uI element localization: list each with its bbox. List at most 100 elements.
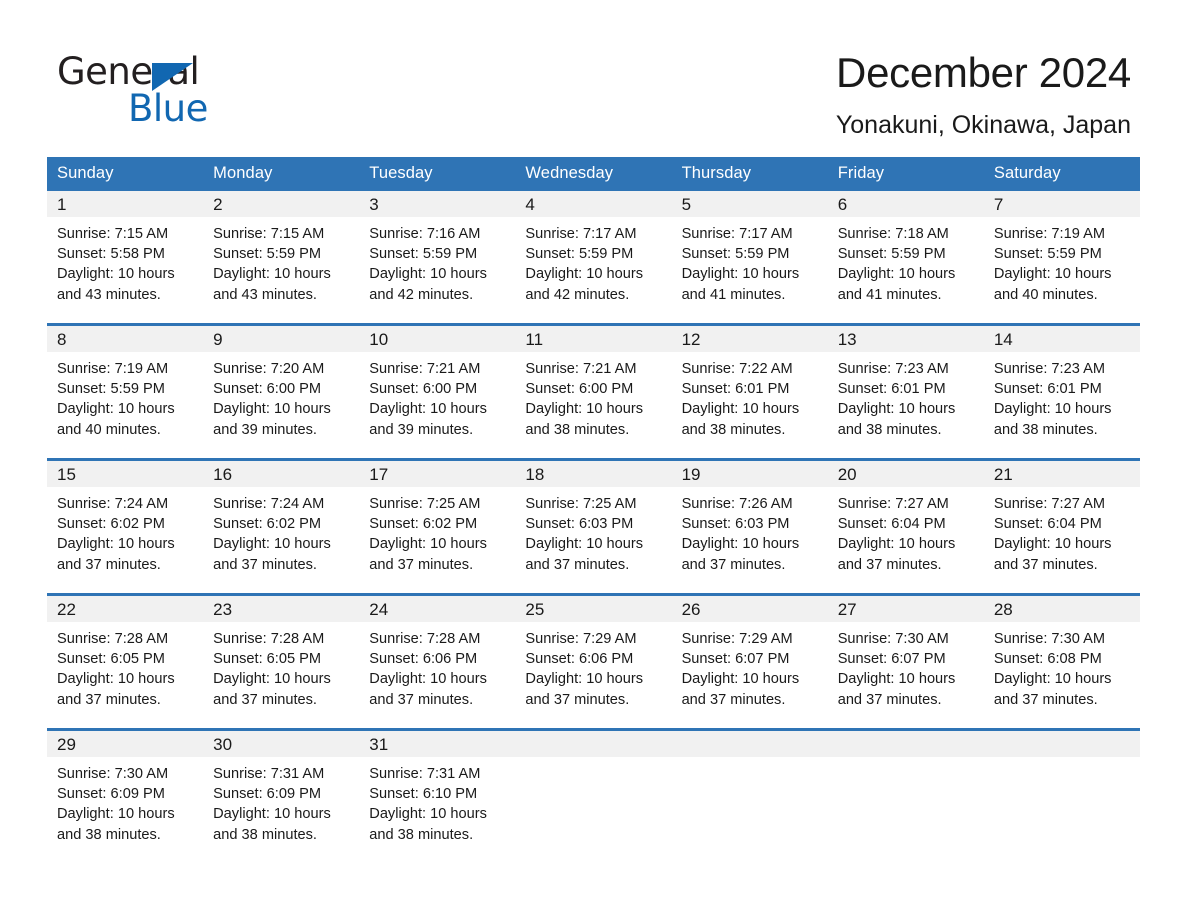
calendar-day-cell[interactable]: 21 Sunrise: 7:27 AM Sunset: 6:04 PM Dayligh…: [983, 458, 1140, 595]
calendar-day-cell[interactable]: 17 Sunrise: 7:25 AM Sunset: 6:02 PM Dayligh…: [359, 458, 516, 595]
calendar-day-cell[interactable]: 1 Sunrise: 7:15 AM Sunset: 5:58 PM Daylight…: [47, 191, 204, 325]
day-number-band: 28: [983, 596, 1140, 622]
sunrise-text: Sunrise: 7:22 AM: [681, 361, 793, 377]
sunrise-text: Sunrise: 7:19 AM: [993, 226, 1105, 242]
calendar-day-cell[interactable]: 3 Sunrise: 7:16 AM Sunset: 5:59 PM Daylight…: [359, 191, 516, 325]
daylight-text-line1: Daylight: 10 hours: [213, 671, 331, 688]
day-cell-details: Sunrise: 7:15 AM Sunset: 5:59 PM Daylight:…: [203, 217, 359, 305]
day-number: 1: [57, 195, 67, 214]
calendar-day-cell[interactable]: 18 Sunrise: 7:25 AM Sunset: 6:03 PM Dayligh…: [515, 458, 672, 595]
calendar-day-cell[interactable]: 28 Sunrise: 7:30 AM Sunset: 6:08 PM Dayligh…: [983, 593, 1140, 730]
calendar-day-cell[interactable]: 15 Sunrise: 7:24 AM Sunset: 6:02 PM Dayligh…: [47, 458, 204, 595]
daylight-text-line2: and 38 minutes.: [369, 826, 474, 843]
daylight-text-line1: Daylight: 10 hours: [681, 401, 800, 418]
sunset-text: Sunset: 6:06 PM: [369, 651, 478, 668]
day-cell-inner: [515, 731, 672, 863]
day-number-band: 2: [203, 191, 360, 217]
daylight-text-line1: Daylight: 10 hours: [525, 401, 644, 418]
daylight-text-line1: Daylight: 10 hours: [369, 536, 487, 553]
calendar-day-cell[interactable]: 10 Sunrise: 7:21 AM Sunset: 6:00 PM Dayligh…: [359, 323, 516, 460]
day-cell-inner: 13 Sunrise: 7:23 AM Sunset: 6:01 PM Dayligh…: [827, 326, 984, 458]
daylight-text-line1: Daylight: 10 hours: [213, 536, 331, 553]
day-cell-details: Sunrise: 7:29 AM Sunset: 6:06 PM Daylight:…: [515, 622, 671, 710]
calendar-day-cell[interactable]: 12 Sunrise: 7:22 AM Sunset: 6:01 PM Dayligh…: [671, 323, 828, 460]
calendar-day-cell[interactable]: 22 Sunrise: 7:28 AM Sunset: 6:05 PM Dayligh…: [47, 593, 204, 730]
daylight-text-line2: and 42 minutes.: [369, 286, 474, 303]
daylight-text-line1: Daylight: 10 hours: [525, 671, 644, 688]
calendar-day-cell[interactable]: 9 Sunrise: 7:20 AM Sunset: 6:00 PM Daylight…: [203, 323, 360, 460]
day-number: 5: [681, 195, 692, 214]
daylight-text-line1: Daylight: 10 hours: [369, 671, 487, 688]
calendar-day-cell[interactable]: 26 Sunrise: 7:29 AM Sunset: 6:07 PM Dayligh…: [671, 593, 828, 730]
calendar-day-cell[interactable]: 4 Sunrise: 7:17 AM Sunset: 5:59 PM Daylight…: [515, 191, 672, 325]
calendar-day-cell[interactable]: 5 Sunrise: 7:17 AM Sunset: 5:59 PM Daylight…: [671, 191, 828, 325]
generalblue-logo[interactable]: General Blue: [57, 52, 317, 132]
calendar-day-cell[interactable]: 8 Sunrise: 7:19 AM Sunset: 5:59 PM Daylight…: [47, 323, 204, 460]
calendar-day-cell[interactable]: 25 Sunrise: 7:29 AM Sunset: 6:06 PM Dayligh…: [515, 593, 672, 730]
day-number: 16: [213, 465, 233, 484]
daylight-text-line1: Daylight: 10 hours: [57, 671, 175, 688]
day-number-band: 15: [47, 461, 204, 487]
day-cell-inner: 18 Sunrise: 7:25 AM Sunset: 6:03 PM Dayligh…: [515, 461, 672, 593]
calendar-day-cell[interactable]: 2 Sunrise: 7:15 AM Sunset: 5:59 PM Daylight…: [203, 191, 360, 325]
day-cell-details: Sunrise: 7:27 AM Sunset: 6:04 PM Daylight:…: [828, 487, 984, 575]
sunset-text: Sunset: 6:10 PM: [369, 786, 478, 803]
day-cell-details: Sunrise: 7:24 AM Sunset: 6:02 PM Daylight:…: [47, 487, 203, 575]
calendar-day-cell[interactable]: 27 Sunrise: 7:30 AM Sunset: 6:07 PM Dayligh…: [827, 593, 984, 730]
daylight-text-line1: Daylight: 10 hours: [993, 536, 1112, 553]
sunrise-text: Sunrise: 7:25 AM: [525, 496, 637, 512]
daylight-text-line2: and 39 minutes.: [213, 421, 317, 438]
calendar-day-cell[interactable]: 13 Sunrise: 7:23 AM Sunset: 6:01 PM Dayligh…: [827, 323, 984, 460]
calendar-week-row: 22 Sunrise: 7:28 AM Sunset: 6:05 PM Dayligh…: [47, 593, 1140, 730]
sunset-text: Sunset: 6:06 PM: [525, 651, 634, 668]
day-number: 19: [681, 465, 701, 484]
daylight-text-line1: Daylight: 10 hours: [369, 266, 487, 283]
sunrise-text: Sunrise: 7:30 AM: [993, 631, 1105, 647]
calendar-day-cell[interactable]: 6 Sunrise: 7:18 AM Sunset: 5:59 PM Daylight…: [827, 191, 984, 325]
day-cell-details: Sunrise: 7:21 AM Sunset: 6:00 PM Daylight:…: [515, 352, 671, 440]
day-number-band: 29: [47, 731, 204, 757]
calendar-day-cell[interactable]: 11 Sunrise: 7:21 AM Sunset: 6:00 PM Dayligh…: [515, 323, 672, 460]
day-cell-details: [984, 757, 1140, 764]
calendar-day-cell[interactable]: 19 Sunrise: 7:26 AM Sunset: 6:03 PM Dayligh…: [671, 458, 828, 595]
daylight-text-line2: and 42 minutes.: [525, 286, 630, 303]
calendar-header-row: Sunday Monday Tuesday Wednesday Thursday…: [47, 157, 1140, 191]
day-cell-inner: 31 Sunrise: 7:31 AM Sunset: 6:10 PM Dayligh…: [359, 731, 516, 863]
calendar-day-cell[interactable]: 7 Sunrise: 7:19 AM Sunset: 5:59 PM Daylight…: [983, 191, 1140, 325]
calendar-day-cell[interactable]: 14 Sunrise: 7:23 AM Sunset: 6:01 PM Dayligh…: [983, 323, 1140, 460]
day-cell-details: Sunrise: 7:18 AM Sunset: 5:59 PM Daylight:…: [828, 217, 984, 305]
calendar-day-cell[interactable]: 31 Sunrise: 7:31 AM Sunset: 6:10 PM Dayligh…: [359, 728, 516, 863]
day-number: 11: [525, 330, 544, 349]
daylight-text-line2: and 37 minutes.: [57, 556, 161, 573]
calendar-day-cell-empty: [827, 728, 984, 863]
sunrise-text: Sunrise: 7:20 AM: [213, 361, 325, 377]
daylight-text-line2: and 37 minutes.: [525, 556, 630, 573]
day-number-band: 10: [359, 326, 516, 352]
day-cell-inner: 5 Sunrise: 7:17 AM Sunset: 5:59 PM Daylight…: [671, 191, 828, 323]
day-cell-details: [515, 757, 671, 764]
calendar-day-cell[interactable]: 16 Sunrise: 7:24 AM Sunset: 6:02 PM Dayligh…: [203, 458, 360, 595]
sunset-text: Sunset: 5:59 PM: [369, 246, 478, 263]
calendar-day-cell[interactable]: 29 Sunrise: 7:30 AM Sunset: 6:09 PM Dayligh…: [47, 728, 204, 863]
calendar-day-cell[interactable]: 20 Sunrise: 7:27 AM Sunset: 6:04 PM Dayligh…: [827, 458, 984, 595]
calendar-day-cell[interactable]: 23 Sunrise: 7:28 AM Sunset: 6:05 PM Dayligh…: [203, 593, 360, 730]
sunrise-text: Sunrise: 7:31 AM: [213, 766, 325, 782]
sunset-text: Sunset: 6:04 PM: [993, 516, 1102, 533]
day-cell-inner: 15 Sunrise: 7:24 AM Sunset: 6:02 PM Dayligh…: [47, 461, 204, 593]
day-cell-inner: 28 Sunrise: 7:30 AM Sunset: 6:08 PM Dayligh…: [983, 596, 1140, 728]
day-cell-inner: 2 Sunrise: 7:15 AM Sunset: 5:59 PM Daylight…: [203, 191, 360, 323]
daylight-text-line2: and 38 minutes.: [213, 826, 317, 843]
daylight-text-line1: Daylight: 10 hours: [993, 266, 1112, 283]
day-cell-details: Sunrise: 7:19 AM Sunset: 5:59 PM Daylight:…: [984, 217, 1140, 305]
sunrise-text: Sunrise: 7:24 AM: [57, 496, 169, 512]
calendar-day-cell[interactable]: 24 Sunrise: 7:28 AM Sunset: 6:06 PM Dayligh…: [359, 593, 516, 730]
day-number-band: 16: [203, 461, 360, 487]
sunset-text: Sunset: 6:05 PM: [57, 651, 165, 668]
daylight-text-line2: and 40 minutes.: [993, 286, 1098, 303]
day-cell-inner: 3 Sunrise: 7:16 AM Sunset: 5:59 PM Daylight…: [359, 191, 516, 323]
sunrise-text: Sunrise: 7:16 AM: [369, 226, 481, 242]
calendar-day-cell[interactable]: 30 Sunrise: 7:31 AM Sunset: 6:09 PM Dayligh…: [203, 728, 360, 863]
day-number-band: [515, 731, 672, 757]
day-number-band: 9: [203, 326, 360, 352]
daylight-text-line1: Daylight: 10 hours: [837, 401, 956, 418]
